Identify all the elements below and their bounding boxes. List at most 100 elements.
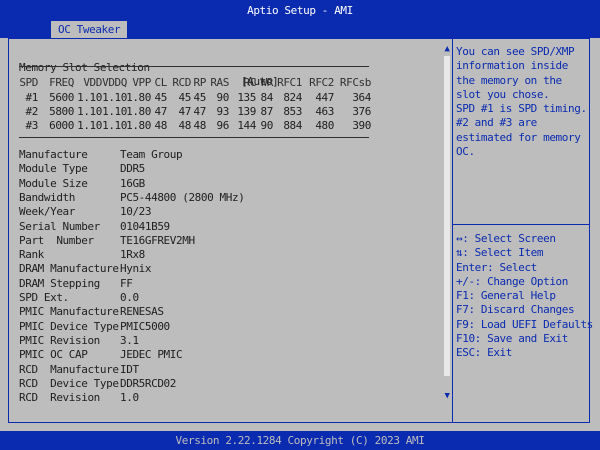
- info-value: 01041B59: [120, 219, 170, 233]
- info-row: Part Number TE16GFREV2MH: [19, 234, 419, 248]
- info-label: Week/Year: [19, 205, 76, 219]
- spd-cell: 48: [178, 119, 192, 132]
- key-enter-select: Enter: Select: [456, 260, 537, 274]
- spd-cell: 45: [154, 91, 168, 104]
- info-value: PMIC5000: [120, 319, 170, 333]
- info-row: Bandwidth PC5-44800 (2800 MHz): [19, 191, 419, 205]
- key-load-defaults: F9: Load UEFI Defaults: [456, 317, 593, 331]
- spd-header-cell: SPD: [19, 76, 38, 89]
- spd-cell: 853: [283, 105, 302, 118]
- info-value: 3.1: [120, 333, 139, 347]
- info-value: Hynix: [120, 262, 152, 276]
- memory-slot-selection[interactable]: Memory Slot Selection [Auto]: [19, 47, 439, 88]
- info-row: DRAM Stepping FF: [19, 277, 419, 291]
- tab-oc-tweaker[interactable]: OC Tweaker: [51, 21, 128, 38]
- info-value: 16GB: [120, 176, 145, 190]
- help-line: estimated for memory: [456, 130, 581, 144]
- info-row: PMIC Manufacture RENESAS: [19, 305, 419, 319]
- key-legend: ↔: Select Screen ⇅: Select Item Enter: S…: [456, 232, 593, 361]
- spd-header-cell: VDD: [83, 76, 102, 89]
- spd-header-cell: RFCsb: [339, 76, 372, 89]
- spd-row: #3 6000 1.10 1.10 1.80 48 48 48 96 144 90 884 480 390: [19, 119, 379, 133]
- spd-row: #2 5800 1.10 1.10 1.80 47 47 47 93 139 87 853 463 376: [19, 105, 379, 119]
- spd-cell: 1.10: [77, 119, 102, 132]
- spd-cell: #1: [25, 91, 39, 104]
- key-general-help: F1: General Help: [456, 289, 556, 303]
- footer-version: Version 2.22.1284 Copyright (C) 2023 AMI: [0, 431, 600, 450]
- info-label: PMIC OC CAP: [19, 348, 88, 362]
- spd-cell: 139: [237, 105, 256, 118]
- help-line: OC.: [456, 145, 475, 159]
- spd-cell: 90: [216, 91, 230, 104]
- help-line: You can see SPD/XMP: [456, 45, 575, 58]
- spd-cell: 463: [315, 105, 334, 118]
- tab-bar: OC Tweaker: [0, 21, 600, 38]
- info-value: RENESAS: [120, 305, 164, 319]
- spd-cell: 6000: [49, 119, 74, 132]
- help-text: You can see SPD/XMP information inside t…: [456, 45, 588, 159]
- spd-cell: 45: [178, 91, 192, 104]
- spd-header-cell: RFC2: [309, 76, 334, 89]
- spd-cell: 1.80: [126, 91, 151, 104]
- spd-cell: 47: [178, 105, 192, 118]
- info-row: RCD Manufacture IDT: [19, 363, 419, 377]
- info-row: PMIC Revision 3.1: [19, 334, 419, 348]
- spd-cell: 45: [193, 91, 207, 104]
- spd-cell: 96: [216, 119, 230, 132]
- help-line: slot you chose.: [456, 87, 550, 101]
- key-discard-changes: F7: Discard Changes: [456, 303, 575, 317]
- key-change-option: +/-: Change Option: [456, 274, 569, 288]
- scrollbar[interactable]: ▲ ▼: [442, 44, 452, 401]
- info-label: DRAM Manufacture: [19, 262, 119, 276]
- spd-cell: 135: [237, 91, 256, 104]
- divider-top: [19, 66, 369, 67]
- info-row: Module Type DDR5: [19, 162, 419, 176]
- spd-cell: 447: [315, 91, 334, 104]
- spd-cell: 1.10: [102, 105, 127, 118]
- help-separator: [453, 224, 590, 225]
- spd-cell: 84: [260, 91, 274, 104]
- scroll-down-arrow-icon[interactable]: ▼: [442, 391, 452, 401]
- info-value: DDR5RCD02: [120, 376, 177, 390]
- key-select-screen: ↔: Select Screen: [456, 232, 556, 245]
- spd-cell: 364: [352, 91, 371, 104]
- spd-cell: #2: [25, 105, 39, 118]
- scroll-up-arrow-icon[interactable]: ▲: [442, 44, 452, 54]
- spd-cell: 90: [260, 119, 274, 132]
- spd-cell: 884: [283, 119, 302, 132]
- info-row: DRAM Manufacture Hynix: [19, 262, 419, 276]
- info-value: 0.0: [120, 291, 139, 304]
- spd-header-cell: FREQ: [49, 76, 74, 89]
- spd-cell: 480: [315, 119, 334, 132]
- info-value: FF: [120, 276, 133, 290]
- info-label: RCD Revision: [19, 391, 100, 405]
- info-label: Rank: [19, 248, 44, 262]
- scroll-thumb[interactable]: [444, 56, 450, 376]
- info-label: PMIC Revision: [19, 333, 100, 347]
- spd-cell: 5800: [49, 105, 74, 118]
- memory-slot-label: Memory Slot Selection: [19, 61, 150, 74]
- pane-separator: [452, 39, 453, 422]
- info-value: 1.0: [120, 391, 139, 405]
- help-line: #2 and #3 are: [456, 116, 537, 130]
- info-row: Rank 1Rx8: [19, 248, 419, 262]
- key-exit: ESC: Exit: [456, 346, 513, 360]
- info-row: Manufacture Team Group: [19, 148, 419, 162]
- info-label: Bandwidth: [19, 190, 76, 204]
- spd-header-cell: RC: [243, 76, 257, 89]
- info-value: Team Group: [120, 148, 183, 161]
- spd-header-row: SPD FREQ VDD VDDQ VPP CL RCD RP RAS RC WR RFC1 RFC2 R…: [19, 76, 379, 90]
- spd-cell: 5600: [49, 91, 74, 104]
- info-row: RCD Device Type DDR5RCD02: [19, 377, 419, 391]
- spd-cell: 1.80: [126, 119, 151, 132]
- spd-cell: 1.10: [77, 105, 102, 118]
- spd-cell: 47: [193, 105, 207, 118]
- info-row: PMIC Device Type PMIC5000: [19, 320, 419, 334]
- spd-cell: 48: [193, 119, 207, 132]
- spd-header-cell: RFC1: [277, 76, 302, 89]
- info-label: DRAM Stepping: [19, 276, 100, 290]
- help-line: the memory on the: [456, 73, 562, 87]
- info-row: Week/Year 10/23: [19, 205, 419, 219]
- help-line: SPD #1 is SPD timing.: [456, 102, 587, 116]
- key-select-item: ⇅: Select Item: [456, 246, 544, 260]
